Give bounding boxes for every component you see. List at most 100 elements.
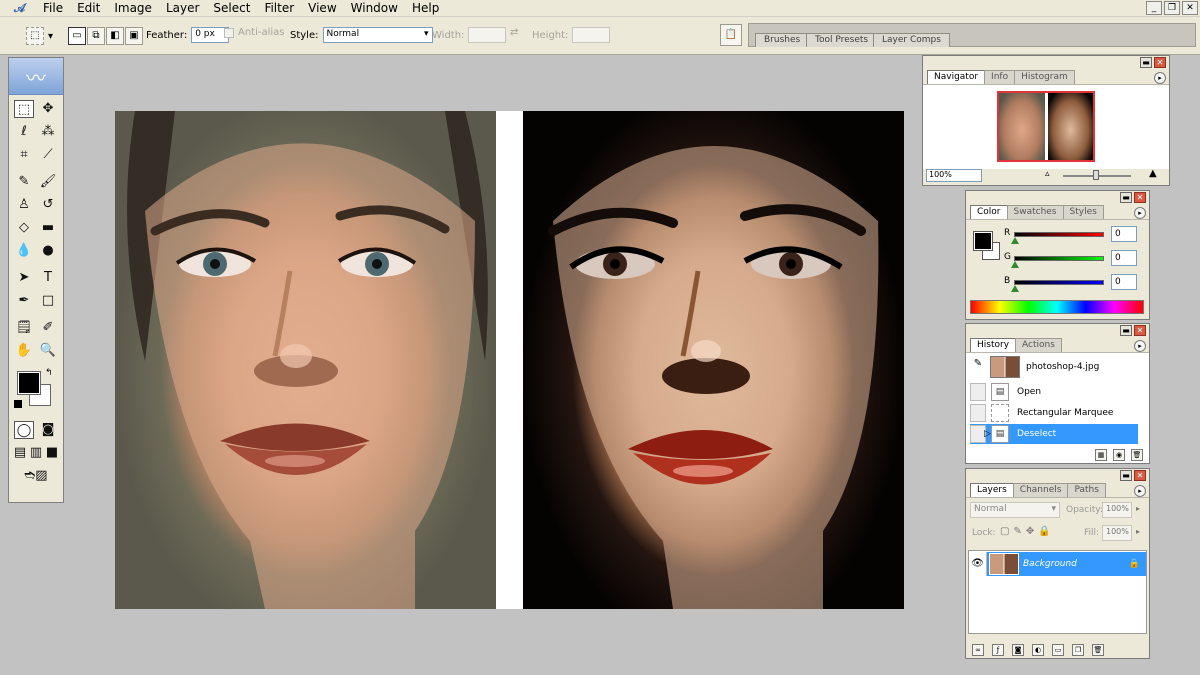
menu-filter[interactable]: Filter <box>257 0 301 17</box>
dodge-tool-icon[interactable]: ● <box>38 242 58 260</box>
link-layers-icon[interactable]: ∞ <box>972 644 984 656</box>
tool-preset-picker[interactable]: ⬚ ▾ <box>26 27 53 45</box>
history-state-selected[interactable]: ▷ ▤ Deselect <box>970 424 1138 444</box>
jump-to-imageready-icon[interactable]: ➬▨ <box>19 467 53 485</box>
blue-value-input[interactable]: 0 <box>1111 274 1137 290</box>
healing-brush-tool-icon[interactable]: ✎ <box>14 173 34 191</box>
tab-actions[interactable]: Actions <box>1015 338 1062 352</box>
blend-mode-select[interactable]: Normal ▾ <box>970 502 1060 518</box>
subtract-selection-icon[interactable]: ◧ <box>106 27 124 45</box>
history-state[interactable]: ▤ Open <box>970 382 1138 402</box>
menu-edit[interactable]: Edit <box>70 0 107 17</box>
menu-help[interactable]: Help <box>405 0 446 17</box>
history-brush-checkbox[interactable] <box>970 404 986 422</box>
history-state[interactable]: Rectangular Marquee <box>970 403 1138 423</box>
clone-stamp-tool-icon[interactable]: ♙ <box>14 196 34 214</box>
panel-menu-icon[interactable]: ▸ <box>1154 72 1166 84</box>
pen-tool-icon[interactable]: ✒ <box>14 292 34 310</box>
brush-tool-icon[interactable]: 🖌 <box>38 173 58 191</box>
panel-menu-icon[interactable]: ▸ <box>1134 485 1146 497</box>
tab-styles[interactable]: Styles <box>1062 205 1104 219</box>
delete-layer-icon[interactable]: 🗑 <box>1092 644 1104 656</box>
new-document-from-state-icon[interactable]: ▦ <box>1095 449 1107 461</box>
eye-visibility-icon[interactable]: 👁 <box>969 552 987 576</box>
layer-mask-icon[interactable]: ◙ <box>1012 644 1024 656</box>
restore-button[interactable]: ❐ <box>1164 1 1180 15</box>
menu-layer[interactable]: Layer <box>159 0 206 17</box>
layer-name[interactable]: Background <box>1023 559 1129 569</box>
shape-tool-icon[interactable]: □ <box>38 292 58 310</box>
screen-mode-standard-icon[interactable]: ▤ <box>13 444 27 462</box>
tab-layer-comps[interactable]: Layer Comps <box>873 33 950 47</box>
lock-options-icons[interactable]: ▢✎✥🔒 <box>1000 526 1055 537</box>
type-tool-icon[interactable]: T <box>38 269 58 287</box>
new-layer-icon[interactable]: ❐ <box>1072 644 1084 656</box>
red-slider-track[interactable] <box>1014 232 1104 237</box>
layer-style-icon[interactable]: ƒ <box>992 644 1004 656</box>
green-value-input[interactable]: 0 <box>1111 250 1137 266</box>
trash-icon[interactable]: 🗑 <box>1131 449 1143 461</box>
red-value-input[interactable]: 0 <box>1111 226 1137 242</box>
screen-mode-full-menu-icon[interactable]: ▥ <box>29 444 43 462</box>
add-selection-icon[interactable]: ⧉ <box>87 27 105 45</box>
menu-window[interactable]: Window <box>344 0 405 17</box>
panel-menu-icon[interactable]: ▸ <box>1134 207 1146 219</box>
history-brush-checkbox[interactable] <box>970 383 986 401</box>
tab-paths[interactable]: Paths <box>1067 483 1106 497</box>
opacity-arrow-icon[interactable]: ▸ <box>1136 504 1140 513</box>
eraser-tool-icon[interactable]: ◇ <box>14 219 34 237</box>
zoom-out-icon[interactable]: ▵ <box>1045 169 1050 179</box>
foreground-color-swatch[interactable] <box>17 371 41 395</box>
tab-color[interactable]: Color <box>970 205 1008 219</box>
history-brush-tool-icon[interactable]: ↺ <box>38 196 58 214</box>
eyedropper-tool-icon[interactable]: ✐ <box>38 319 58 337</box>
zoom-in-icon[interactable]: ▲ <box>1149 168 1157 179</box>
tab-tool-presets[interactable]: Tool Presets <box>806 33 878 47</box>
navigator-view-box[interactable] <box>997 91 1095 162</box>
magic-wand-tool-icon[interactable]: ⁂ <box>38 123 58 141</box>
zoom-slider-thumb[interactable] <box>1093 170 1099 180</box>
tab-channels[interactable]: Channels <box>1012 483 1069 497</box>
panel-close-button[interactable]: ✕ <box>1134 192 1146 203</box>
notes-tool-icon[interactable]: 🗒 <box>14 319 34 337</box>
slice-tool-icon[interactable]: ⟋ <box>38 146 58 164</box>
tab-info[interactable]: Info <box>984 70 1016 84</box>
style-select[interactable]: Normal ▾ <box>322 27 433 43</box>
file-browser-icon[interactable]: 📋 <box>720 24 742 46</box>
green-slider-thumb[interactable] <box>1011 261 1019 268</box>
red-slider-thumb[interactable] <box>1011 237 1019 244</box>
quick-mask-mode-icon[interactable]: ◙ <box>38 421 58 439</box>
width-input[interactable] <box>468 27 507 43</box>
tab-brushes[interactable]: Brushes <box>755 33 810 47</box>
gradient-tool-icon[interactable]: ▬ <box>38 219 58 237</box>
standard-mode-icon[interactable]: ◯ <box>14 421 34 439</box>
intersect-selection-icon[interactable]: ▣ <box>125 27 143 45</box>
fill-input[interactable]: 100% <box>1102 525 1132 541</box>
new-snapshot-icon[interactable]: ◉ <box>1113 449 1125 461</box>
close-button[interactable]: ✕ <box>1182 1 1198 15</box>
panel-close-button[interactable]: ✕ <box>1134 325 1146 336</box>
menu-view[interactable]: View <box>301 0 343 17</box>
adjustment-layer-icon[interactable]: ◐ <box>1032 644 1044 656</box>
move-tool-icon[interactable]: ✥ <box>38 100 58 118</box>
default-colors-icon[interactable] <box>14 400 22 408</box>
menu-image[interactable]: Image <box>107 0 159 17</box>
new-group-icon[interactable]: ▭ <box>1052 644 1064 656</box>
history-brush-source-icon[interactable]: ✎ <box>970 358 986 376</box>
panel-close-button[interactable]: ✕ <box>1154 57 1166 68</box>
new-selection-icon[interactable]: ▭ <box>68 27 86 45</box>
marquee-tool-icon[interactable]: ⬚ <box>14 100 34 118</box>
zoom-tool-icon[interactable]: 🔍 <box>38 342 58 360</box>
blur-tool-icon[interactable]: 💧 <box>14 242 34 260</box>
menu-file[interactable]: File <box>36 0 70 17</box>
screen-mode-full-icon[interactable]: ■ <box>45 444 59 462</box>
panel-close-button[interactable]: ✕ <box>1134 470 1146 481</box>
blue-slider-track[interactable] <box>1014 280 1104 285</box>
opacity-input[interactable]: 100% <box>1102 502 1132 518</box>
foreground-color-box[interactable] <box>973 231 993 251</box>
green-slider-track[interactable] <box>1014 256 1104 261</box>
height-input[interactable] <box>572 27 611 43</box>
panel-minimize-button[interactable]: ▬ <box>1120 325 1132 336</box>
hand-tool-icon[interactable]: ✋ <box>14 342 34 360</box>
tab-layers[interactable]: Layers <box>970 483 1014 497</box>
